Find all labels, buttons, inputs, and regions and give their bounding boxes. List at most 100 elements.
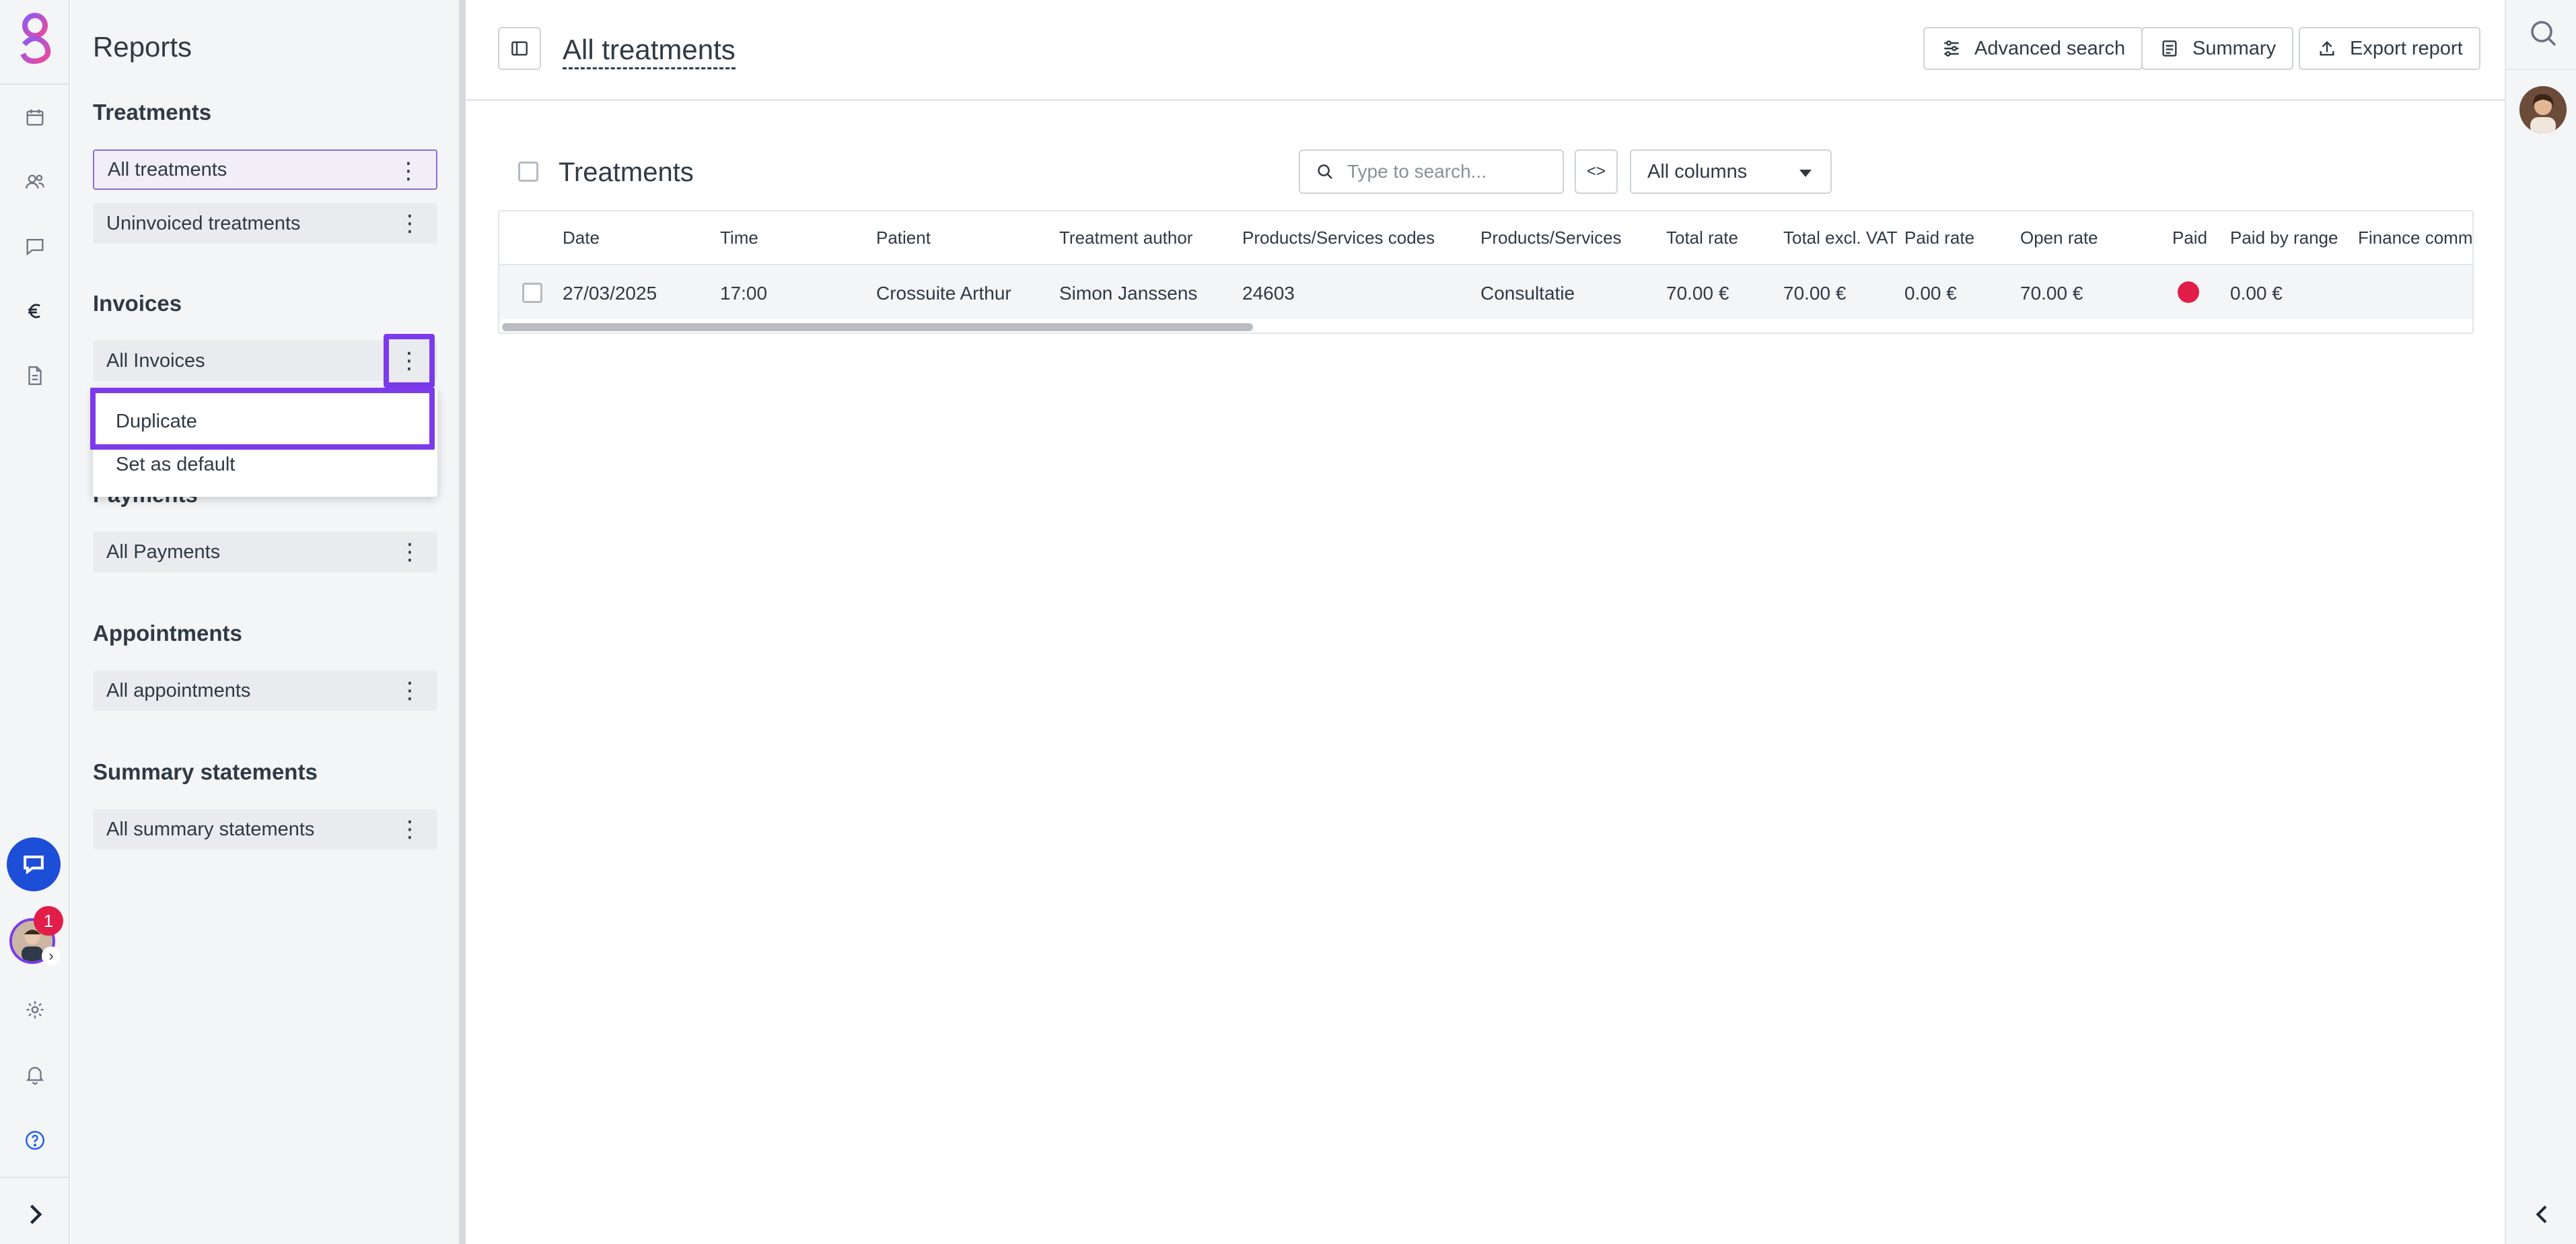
- select-all-checkbox[interactable]: [518, 162, 538, 182]
- sidebar-title: Reports: [93, 31, 192, 63]
- table-row[interactable]: 27/03/2025 17:00 Crossuite Arthur Simon …: [499, 264, 2472, 319]
- summary-button[interactable]: Summary: [2141, 27, 2294, 70]
- advanced-search-button[interactable]: Advanced search: [1923, 27, 2143, 70]
- sidebar-resize-handle[interactable]: [459, 0, 466, 1244]
- chevron-right-icon[interactable]: ›: [42, 946, 61, 965]
- column-header-total-rate[interactable]: Total rate: [1666, 228, 1738, 248]
- expand-chevron-icon[interactable]: [20, 1200, 50, 1229]
- section-heading-treatments: Treatments: [93, 100, 212, 125]
- sliders-icon: [1944, 40, 1959, 57]
- notification-badge: 1: [34, 906, 63, 936]
- sidebar-item-label: All summary statements: [106, 818, 315, 840]
- column-header-finance-comment[interactable]: Finance comm: [2358, 228, 2472, 248]
- column-header-total-excl-vat[interactable]: Total excl. VAT: [1783, 228, 1898, 248]
- page-title[interactable]: All treatments: [563, 34, 736, 69]
- people-icon[interactable]: [20, 167, 50, 197]
- support-chat-button[interactable]: [7, 837, 61, 891]
- summary-label: Summary: [2192, 37, 2277, 59]
- cell-date: 27/03/2025: [563, 283, 657, 304]
- icon-rail: 1 ›: [0, 0, 70, 1244]
- settings-icon[interactable]: [20, 995, 50, 1025]
- more-options-icon[interactable]: ⋮: [398, 203, 421, 244]
- cell-codes: 24603: [1242, 283, 1295, 304]
- rail-divider: [0, 1177, 70, 1178]
- row-checkbox[interactable]: [522, 283, 542, 303]
- column-header-patient[interactable]: Patient: [876, 228, 931, 248]
- section-heading-invoices: Invoices: [93, 291, 182, 316]
- reports-sidebar: Reports Treatments All treatments ⋮ Unin…: [71, 0, 460, 1244]
- context-menu: Duplicate Set as default: [90, 388, 437, 497]
- calendar-icon[interactable]: [20, 102, 50, 132]
- column-header-open-rate[interactable]: Open rate: [2020, 228, 2098, 248]
- cell-patient: Crossuite Arthur: [876, 283, 1011, 304]
- column-header-paid-rate[interactable]: Paid rate: [1904, 228, 1974, 248]
- document-icon[interactable]: [20, 361, 50, 390]
- cell-services: Consultatie: [1480, 283, 1575, 304]
- menu-item-set-as-default[interactable]: Set as default: [116, 454, 235, 476]
- all-invoices-more-options-button[interactable]: ⋮: [384, 334, 435, 388]
- bell-icon[interactable]: [20, 1060, 50, 1089]
- app-logo[interactable]: [12, 9, 58, 66]
- sidebar-item-all-summary-statements[interactable]: All summary statements ⋮: [93, 809, 437, 850]
- unpaid-status-dot: [2178, 281, 2199, 303]
- sidebar-item-all-treatments[interactable]: All treatments ⋮: [93, 149, 437, 190]
- toggle-sidebar-button[interactable]: [498, 27, 541, 70]
- sidebar-item-uninvoiced-treatments[interactable]: Uninvoiced treatments ⋮: [93, 203, 437, 244]
- column-header-date[interactable]: Date: [563, 228, 600, 248]
- treatments-table: Date Time Patient Treatment author Produ…: [498, 210, 2474, 334]
- search-icon[interactable]: [2528, 18, 2560, 50]
- section-heading-appointments: Appointments: [93, 621, 242, 646]
- top-bar: All treatments Advanced search Summary E…: [466, 0, 2505, 101]
- more-options-icon[interactable]: ⋮: [398, 532, 421, 572]
- cell-time: 17:00: [720, 283, 768, 304]
- export-report-label: Export report: [2350, 37, 2463, 59]
- columns-select-value: All columns: [1647, 160, 1748, 182]
- euro-icon[interactable]: [20, 296, 50, 326]
- section-heading-summary-statements: Summary statements: [93, 759, 318, 784]
- more-options-icon: ⋮: [398, 348, 421, 374]
- sidebar-item-all-payments[interactable]: All Payments ⋮: [93, 532, 437, 572]
- columns-select[interactable]: All columns: [1630, 149, 1832, 194]
- column-header-services[interactable]: Products/Services: [1480, 228, 1622, 248]
- caret-down-icon: [1799, 170, 1812, 177]
- cell-total-excl-vat: 70.00 €: [1783, 283, 1847, 304]
- cell-author: Simon Janssens: [1059, 283, 1198, 304]
- search-placeholder: Type to search...: [1347, 161, 1487, 182]
- chevron-left-icon[interactable]: [2529, 1201, 2556, 1228]
- table-toolbar: Treatments Type to search... <> All colu…: [498, 147, 2474, 198]
- cell-open-rate: 70.00 €: [2020, 283, 2083, 304]
- column-header-paid[interactable]: Paid: [2172, 228, 2207, 248]
- cell-paid-rate: 0.00 €: [1904, 283, 1957, 304]
- more-options-icon[interactable]: ⋮: [397, 151, 420, 191]
- menu-item-duplicate[interactable]: Duplicate: [116, 411, 197, 433]
- sidebar-item-label: All Invoices: [106, 349, 205, 372]
- column-header-codes[interactable]: Products/Services codes: [1242, 228, 1435, 248]
- cell-paid-by-range: 0.00 €: [2230, 283, 2283, 304]
- sidebar-item-label: Uninvoiced treatments: [106, 212, 301, 234]
- column-header-paid-by-range[interactable]: Paid by range: [2230, 228, 2338, 248]
- table-title: Treatments: [559, 158, 694, 187]
- main-content: All treatments Advanced search Summary E…: [466, 0, 2505, 1244]
- help-icon[interactable]: [20, 1126, 50, 1155]
- sidebar-toggle-icon: [511, 41, 528, 56]
- horizontal-scrollbar[interactable]: [502, 323, 1253, 331]
- sidebar-item-all-appointments[interactable]: All appointments ⋮: [93, 670, 437, 711]
- code-toggle-button[interactable]: <>: [1575, 149, 1618, 194]
- rail-divider: [2506, 69, 2576, 70]
- more-options-icon[interactable]: ⋮: [398, 809, 421, 850]
- upload-icon: [2320, 40, 2334, 56]
- avatar[interactable]: [2519, 86, 2567, 133]
- chat-icon[interactable]: [20, 232, 50, 261]
- rail-divider: [0, 83, 70, 85]
- search-icon: [1318, 164, 1332, 179]
- column-header-treatment-author[interactable]: Treatment author: [1059, 228, 1192, 248]
- more-options-icon[interactable]: ⋮: [398, 670, 421, 711]
- sidebar-item-label: All appointments: [106, 679, 251, 701]
- column-header-time[interactable]: Time: [720, 228, 758, 248]
- export-report-button[interactable]: Export report: [2299, 27, 2480, 70]
- cell-total-rate: 70.00 €: [1666, 283, 1729, 304]
- search-input[interactable]: Type to search...: [1299, 149, 1564, 194]
- summary-icon: [2162, 40, 2177, 57]
- code-icon: <>: [1586, 162, 1606, 180]
- advanced-search-label: Advanced search: [1974, 37, 2126, 59]
